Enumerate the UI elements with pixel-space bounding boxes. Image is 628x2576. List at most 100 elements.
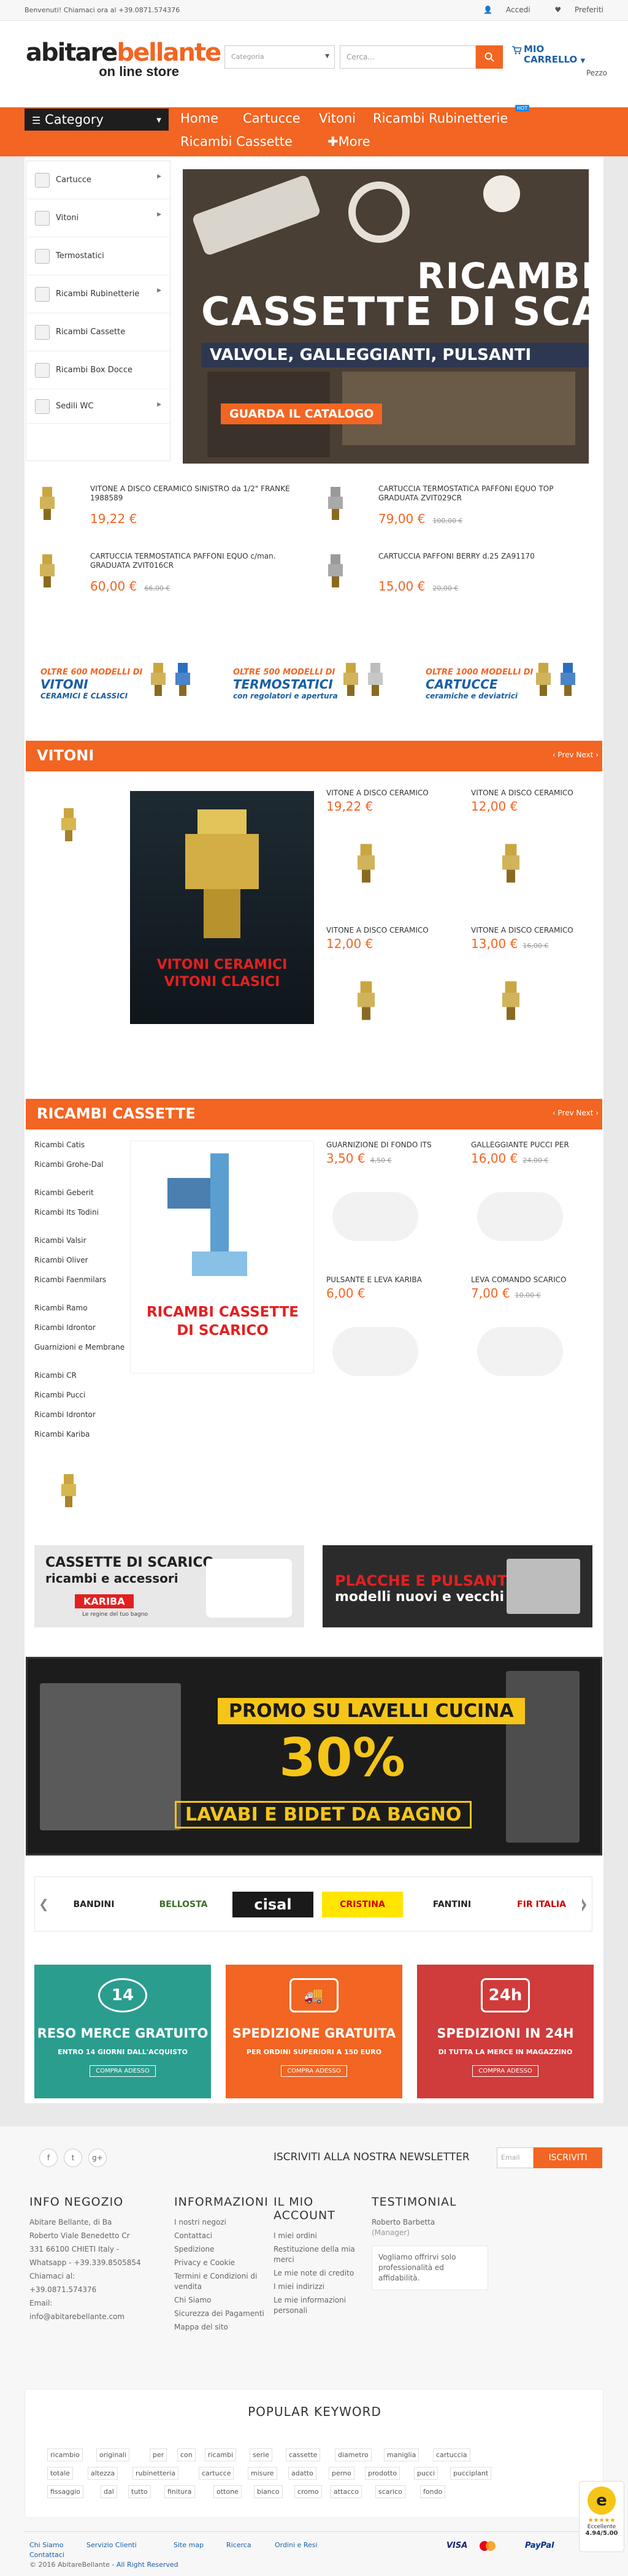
- category-select[interactable]: Categoria ▼: [224, 45, 335, 69]
- promo-banner-vitoni[interactable]: OLTRE 600 MODELLI DI VITONI CERAMICI E CLA…: [29, 645, 213, 719]
- sidebar-item-ricambi-rubinetterie[interactable]: Ricambi Rubinetterie ▶: [26, 275, 170, 313]
- sidebar-item-sedili-wc[interactable]: Sedili WC ▶: [26, 389, 170, 424]
- keyword-tag[interactable]: prodotto: [365, 2467, 400, 2480]
- product-card[interactable]: VITONE A DISCO CERAMICO 19,22 €: [326, 789, 437, 923]
- footer-link[interactable]: Le mie note di credito: [274, 2268, 359, 2279]
- keyword-tag[interactable]: cartucce: [199, 2467, 234, 2480]
- brand-logo[interactable]: FIR ITALIA: [501, 1892, 582, 1917]
- keyword-tag[interactable]: altezza: [88, 2467, 118, 2480]
- login-link[interactable]: 👤 Accedi: [472, 6, 530, 14]
- featured-product[interactable]: CARTUCCIA TERMOSTATICA PAFFONI EQUO c/ma…: [32, 547, 314, 602]
- vitoni-banner[interactable]: VITONI CERAMICI VITONI CLASICI: [130, 791, 314, 1024]
- nav-ricambi-cassette[interactable]: Ricambi Cassette: [180, 134, 293, 149]
- product-card[interactable]: PULSANTE E LEVA KARIBA 6,00 €: [326, 1275, 437, 1410]
- cassette-category-link[interactable]: Ricambi Ramo: [34, 1304, 139, 1312]
- cassette-category-link[interactable]: Ricambi Catis: [34, 1141, 139, 1149]
- keyword-tag[interactable]: maniglia: [384, 2448, 419, 2461]
- newsletter-submit-button[interactable]: ISCRIVITI: [534, 2147, 602, 2168]
- cassette-category-link[interactable]: Guarnizioni e Membrane: [34, 1343, 139, 1351]
- nav-more[interactable]: ✚More: [327, 134, 370, 149]
- cassette-category-link[interactable]: Ricambi Oliver: [34, 1256, 139, 1264]
- nav-home[interactable]: Home: [180, 111, 218, 126]
- product-card[interactable]: VITONE A DISCO CERAMICO 12,00 €: [471, 789, 581, 923]
- cassette-banner[interactable]: RICAMBI CASSETTE DI SCARICO: [130, 1141, 314, 1374]
- promo-banner-termostatici[interactable]: OLTRE 500 MODELLI DI TERMOSTATICI con rego…: [222, 645, 406, 719]
- footer-link[interactable]: Spedizione: [174, 2244, 272, 2255]
- keyword-tag[interactable]: rubinetteria: [132, 2467, 178, 2480]
- brand-logo[interactable]: CRISTINA: [322, 1892, 403, 1917]
- service-button[interactable]: COMPRA ADESSO: [281, 2065, 347, 2077]
- cassette-category-link[interactable]: Ricambi Idrontor: [34, 1323, 139, 1332]
- service-box[interactable]: 🚚 SPEDIZIONE GRATUITA PER ORDINI SUPERIORI…: [226, 1965, 402, 2098]
- cassette-category-link[interactable]: Ricambi CR: [34, 1371, 139, 1380]
- keyword-tag[interactable]: scarico: [375, 2485, 405, 2498]
- site-logo[interactable]: abitarebellante on line store: [26, 39, 221, 86]
- footer-link[interactable]: I miei ordini: [274, 2231, 359, 2241]
- footer-link[interactable]: Privacy e Cookie: [174, 2258, 272, 2268]
- keyword-tag[interactable]: tutto: [128, 2485, 151, 2498]
- bottom-link[interactable]: Ricerca: [226, 2541, 251, 2549]
- service-box[interactable]: 24h SPEDIZIONI IN 24H DI TUTTA LA MERCE IN…: [417, 1965, 594, 2098]
- cassette-category-link[interactable]: Ricambi Kariba: [34, 1430, 139, 1439]
- cassette-scarico-banner[interactable]: CASSETTE DI SCARICO ricambi e accessori …: [34, 1545, 304, 1627]
- keyword-tag[interactable]: ottone: [213, 2485, 242, 2498]
- keyword-tag[interactable]: con: [177, 2448, 196, 2461]
- search-input[interactable]: Cerca...: [340, 45, 476, 69]
- nav-vitoni[interactable]: Vitoni: [319, 111, 356, 126]
- keyword-tag[interactable]: finitura: [164, 2485, 195, 2498]
- facebook-icon[interactable]: f: [39, 2149, 58, 2167]
- service-button[interactable]: COMPRA ADESSO: [472, 2065, 538, 2077]
- brand-logo[interactable]: FANTINI: [412, 1892, 492, 1917]
- nav-ricambi-rubinetterie[interactable]: Ricambi Rubinetterie: [373, 111, 508, 126]
- product-card[interactable]: VITONE A DISCO CERAMICO 13,00 € 16,00 €: [471, 926, 581, 1061]
- sidebar-item-ricambi-cassette[interactable]: Ricambi Cassette: [26, 313, 170, 351]
- cassette-category-link[interactable]: Ricambi Pucci: [34, 1391, 139, 1399]
- keyword-tag[interactable]: diametro: [335, 2448, 372, 2461]
- footer-link[interactable]: Termini e Condizioni di vendita: [174, 2271, 272, 2292]
- footer-link[interactable]: Contattaci: [174, 2231, 272, 2241]
- section-nav[interactable]: ‹ Prev Next ›: [553, 1109, 599, 1117]
- bottom-link[interactable]: Site map: [174, 2541, 204, 2549]
- valve-thumb[interactable]: [56, 807, 81, 844]
- keyword-tag[interactable]: attacco: [331, 2485, 362, 2498]
- nav-cartucce[interactable]: Cartucce: [243, 111, 301, 126]
- brand-logo[interactable]: BELLOSTA: [143, 1892, 224, 1917]
- brand-logo[interactable]: BANDINI: [53, 1892, 134, 1917]
- footer-link[interactable]: Sicurezza dei Pagamenti: [174, 2309, 272, 2319]
- footer-link[interactable]: Chi Siamo: [174, 2295, 272, 2306]
- keyword-tag[interactable]: per: [150, 2448, 167, 2461]
- search-button[interactable]: [476, 45, 503, 69]
- twitter-icon[interactable]: t: [64, 2149, 82, 2167]
- keyword-tag[interactable]: fondo: [420, 2485, 446, 2498]
- sidebar-item-termostatici[interactable]: Termostatici: [26, 237, 170, 275]
- cassette-category-link[interactable]: Ricambi Grohe-Dal: [34, 1160, 139, 1169]
- keyword-tag[interactable]: serie: [250, 2448, 272, 2461]
- keyword-tag[interactable]: ricambio: [47, 2448, 83, 2461]
- keyword-tag[interactable]: totale: [47, 2467, 73, 2480]
- brand-logo[interactable]: cisal: [232, 1892, 313, 1917]
- footer-link[interactable]: Mappa del sito: [174, 2322, 272, 2333]
- sidebar-item-cartucce[interactable]: Cartucce ▶: [26, 161, 170, 199]
- product-card[interactable]: LEVA COMANDO SCARICO 7,00 € 10,00 €: [471, 1275, 581, 1410]
- keyword-tag[interactable]: dal: [101, 2485, 117, 2498]
- cassette-category-link[interactable]: Ricambi Idrontor: [34, 1410, 139, 1419]
- section-nav[interactable]: ‹ Prev Next ›: [553, 751, 599, 759]
- keyword-tag[interactable]: cromo: [294, 2485, 322, 2498]
- footer-link[interactable]: I nostri negozi: [174, 2217, 272, 2228]
- keyword-tag[interactable]: ricambi: [205, 2448, 237, 2461]
- sale-banner[interactable]: PROMO SU LAVELLI CUCINA 30% LAVABI E BID…: [26, 1657, 602, 1856]
- keyword-tag[interactable]: cartuccia: [433, 2448, 470, 2461]
- promo-banner-cartucce[interactable]: OLTRE 1000 MODELLI DI CARTUCCE ceramiche e…: [415, 645, 599, 719]
- featured-product[interactable]: VITONE A DISCO CERAMICO SINISTRO da 1/2"…: [32, 480, 314, 535]
- newsletter-email-input[interactable]: Email: [497, 2147, 534, 2168]
- footer-link[interactable]: I miei indirizzi: [274, 2282, 359, 2292]
- cassette-category-link[interactable]: Ricambi Its Todini: [34, 1208, 139, 1217]
- footer-link[interactable]: Restituzione della mia merci: [274, 2244, 359, 2265]
- cart-widget[interactable]: MIO CARRELLO ▼ Pezzo: [512, 44, 607, 81]
- bottom-link[interactable]: Chi Siamo: [29, 2541, 63, 2549]
- placche-banner[interactable]: PLACCHE E PULSANTI modelli nuovi e vecch…: [323, 1545, 592, 1627]
- cassette-category-link[interactable]: Ricambi Geberit: [34, 1188, 139, 1197]
- product-card[interactable]: VITONE A DISCO CERAMICO 12,00 €: [326, 926, 437, 1061]
- sidebar-item-ricambi-box-docce[interactable]: Ricambi Box Docce: [26, 351, 170, 389]
- keyword-tag[interactable]: bianco: [254, 2485, 283, 2498]
